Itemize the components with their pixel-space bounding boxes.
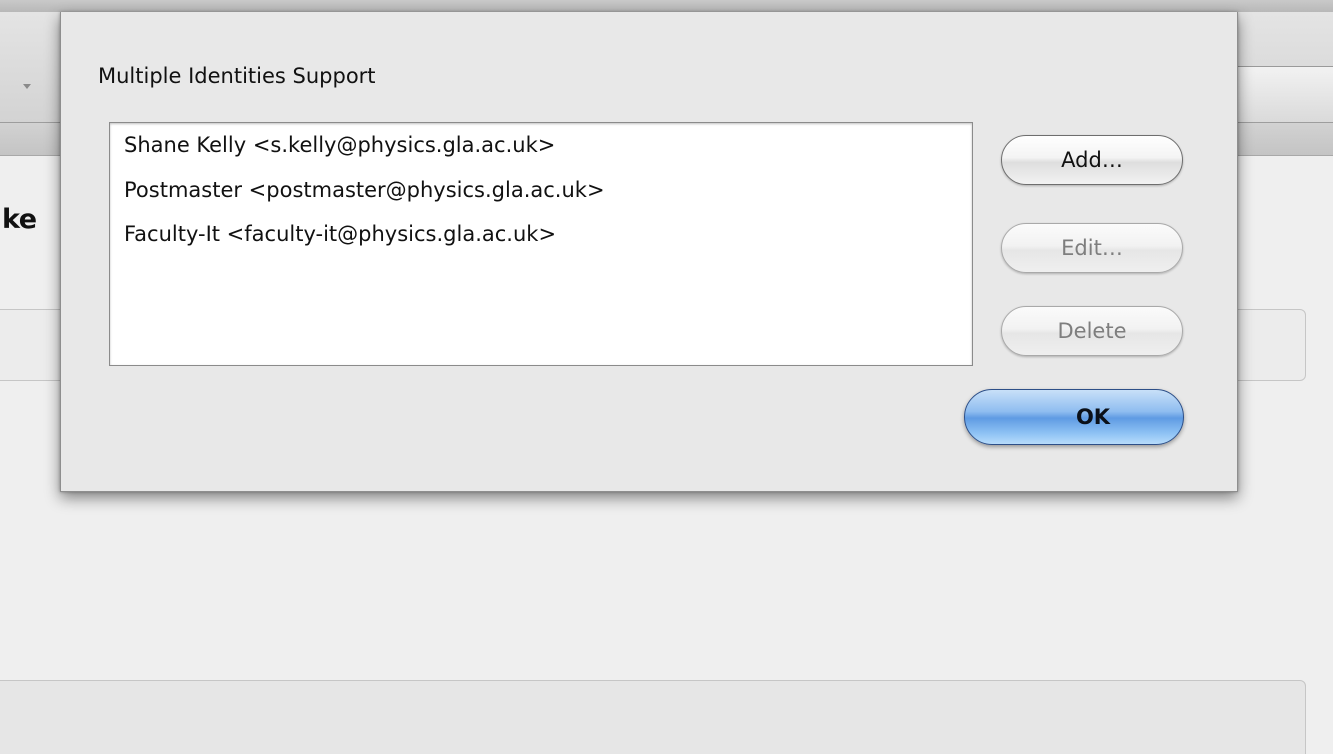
add-button-label: Add…: [1061, 148, 1123, 172]
multiple-identities-dialog: Multiple Identities Support Shane Kelly …: [60, 12, 1238, 492]
edit-button-label: Edit…: [1061, 236, 1123, 260]
identity-list-item[interactable]: Shane Kelly <s.kelly@physics.gla.ac.uk>: [110, 129, 972, 174]
delete-button-label: Delete: [1057, 319, 1127, 343]
dialog-title: Multiple Identities Support: [98, 64, 376, 88]
background-partial-title: ke: [2, 204, 37, 235]
delete-button[interactable]: Delete: [1001, 306, 1183, 356]
background-window-titlebar: [0, 0, 1333, 12]
background-toolbar-field: [1235, 66, 1333, 122]
identity-list-item[interactable]: Faculty-It <faculty-it@physics.gla.ac.uk…: [110, 218, 972, 263]
identity-list-item[interactable]: Postmaster <postmaster@physics.gla.ac.uk…: [110, 174, 972, 219]
identity-list[interactable]: Shane Kelly <s.kelly@physics.gla.ac.uk> …: [109, 122, 973, 366]
background-panel-lower: [0, 680, 1306, 754]
add-button[interactable]: Add…: [1001, 135, 1183, 185]
ok-button[interactable]: OK: [964, 389, 1184, 445]
toolbar-dropdown-arrow-icon[interactable]: [23, 84, 31, 89]
ok-button-label: OK: [1075, 405, 1111, 429]
edit-button[interactable]: Edit…: [1001, 223, 1183, 273]
